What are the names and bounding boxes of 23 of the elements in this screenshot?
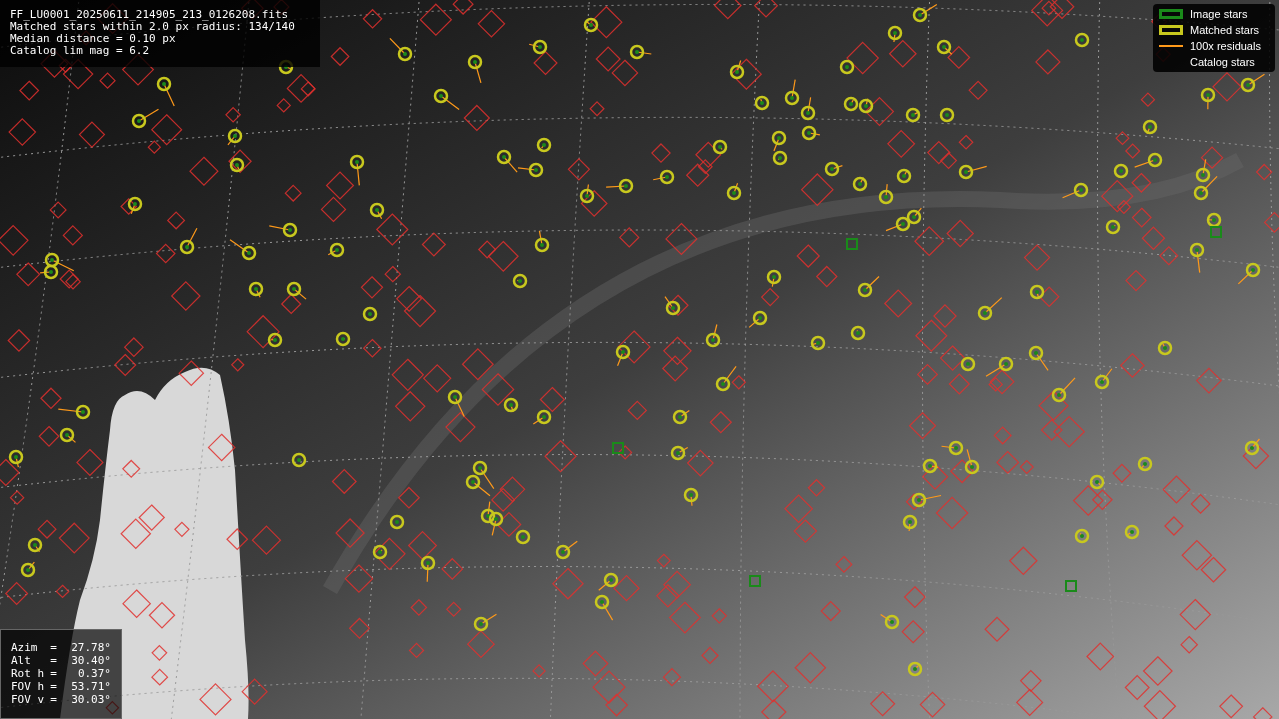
equals-sign: = [50, 654, 58, 667]
info-text: Catalog lim mag = 6.2 [10, 45, 151, 57]
info-text: Matched stars within 2.0 px radius: 134/140 [10, 21, 296, 33]
equals-sign: = [50, 680, 58, 693]
equals-sign: = [50, 641, 58, 654]
equals-sign: = [50, 667, 58, 680]
pointing-value: 30.40° [70, 654, 111, 667]
pointing-value: 53.71° [70, 680, 111, 693]
pointing-label: FOV v [11, 693, 46, 706]
pointing-label: Azim [11, 641, 39, 654]
legend-label: Catalog stars [1190, 54, 1255, 70]
pointing-label: FOV h [11, 680, 46, 693]
pointing-label: Rot h [11, 667, 46, 680]
equals-sign: = [50, 693, 58, 706]
pointing-value: 30.03° [70, 693, 111, 706]
legend-label: Matched stars [1190, 22, 1260, 38]
legend-label: Image stars [1190, 6, 1248, 22]
pointing-label: Alt [11, 654, 32, 667]
legend-label: 100x residuals [1190, 38, 1261, 54]
pointing-value: 0.37° [76, 667, 111, 680]
info-text: FF_LU0001_20250611_214905_213_0126208.fits [10, 9, 290, 21]
pointing-value: 27.78° [70, 641, 111, 654]
info-text: Median distance = 0.10 px [10, 33, 177, 45]
